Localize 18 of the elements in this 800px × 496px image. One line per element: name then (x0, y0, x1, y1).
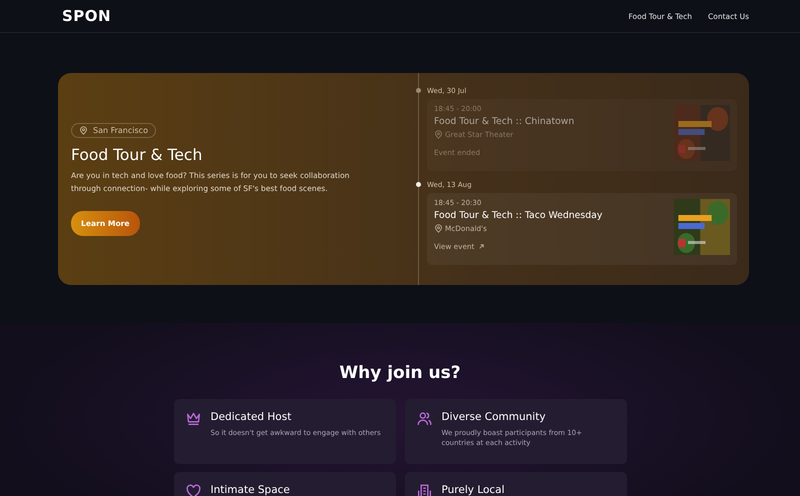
people-icon (416, 411, 432, 426)
logo[interactable]: SPON (62, 7, 112, 25)
location-pin-icon (434, 130, 443, 139)
event-title: Food Tour & Tech :: Chinatown (434, 116, 574, 127)
feature-title: Purely Local (442, 484, 505, 496)
crown-icon (186, 411, 200, 426)
location-badge: San Francisco (71, 122, 156, 138)
location-pin-icon (79, 126, 88, 134)
series-title: Food Tour & Tech (71, 146, 202, 164)
feature-title: Dedicated Host (210, 411, 292, 423)
building-icon (416, 484, 432, 496)
event-title: Food Tour & Tech :: Taco Wednesday (434, 210, 602, 221)
feature-title: Intimate Space (210, 484, 290, 496)
arrow-icon (478, 243, 486, 250)
feature-title: Diverse Community (442, 411, 547, 423)
section-title: Why join us? (338, 363, 462, 383)
heart-icon (186, 484, 200, 496)
location-pin-icon (434, 224, 443, 233)
